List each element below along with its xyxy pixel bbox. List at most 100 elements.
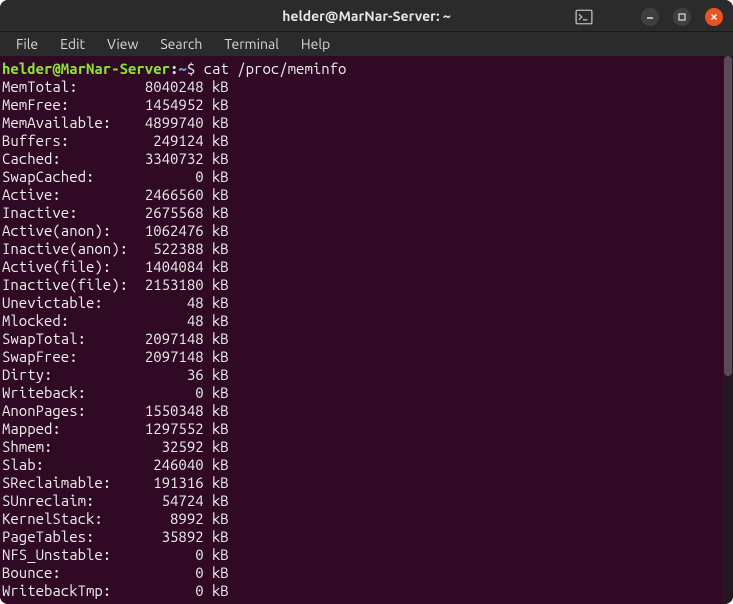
meminfo-unit: kB (212, 546, 229, 563)
meminfo-row: MemTotal: 8040248 kB (2, 78, 721, 96)
meminfo-unit: kB (212, 366, 229, 383)
meminfo-label: SwapCached: (2, 168, 128, 185)
meminfo-row: SwapFree: 2097148 kB (2, 348, 721, 366)
meminfo-unit: kB (212, 438, 229, 455)
meminfo-value: 2153180 (128, 276, 204, 293)
meminfo-label: SwapFree: (2, 348, 128, 365)
meminfo-row: MemAvailable: 4899740 kB (2, 114, 721, 132)
meminfo-value: 2097148 (128, 348, 204, 365)
meminfo-label: Active(file): (2, 258, 128, 275)
scrollbar-track[interactable] (723, 56, 733, 604)
meminfo-row: Active(file): 1404084 kB (2, 258, 721, 276)
meminfo-unit: kB (212, 474, 229, 491)
meminfo-label: NFS_Unstable: (2, 546, 128, 563)
meminfo-row: Buffers: 249124 kB (2, 132, 721, 150)
meminfo-unit: kB (212, 456, 229, 473)
window-title: helder@MarNar-Server: ~ (0, 8, 733, 24)
meminfo-row: Active(anon): 1062476 kB (2, 222, 721, 240)
meminfo-label: Active(anon): (2, 222, 128, 239)
meminfo-unit: kB (212, 348, 229, 365)
meminfo-label: Shmem: (2, 438, 128, 455)
meminfo-label: WritebackTmp: (2, 582, 128, 599)
meminfo-label: Writeback: (2, 384, 128, 401)
meminfo-unit: kB (212, 96, 229, 113)
meminfo-label: Cached: (2, 150, 128, 167)
titlebar-tray (575, 8, 593, 26)
meminfo-value: 0 (128, 384, 204, 401)
meminfo-value: 249124 (128, 132, 204, 149)
titlebar[interactable]: helder@MarNar-Server: ~ (0, 0, 733, 31)
command-text: cat /proc/meminfo (204, 60, 347, 77)
meminfo-row: KernelStack: 8992 kB (2, 510, 721, 528)
close-button[interactable] (705, 8, 723, 26)
meminfo-value: 32592 (128, 438, 204, 455)
meminfo-value: 0 (128, 546, 204, 563)
meminfo-row: Inactive: 2675568 kB (2, 204, 721, 222)
meminfo-label: Slab: (2, 456, 128, 473)
menu-edit[interactable]: Edit (50, 33, 95, 55)
meminfo-row: Active: 2466560 kB (2, 186, 721, 204)
meminfo-unit: kB (212, 168, 229, 185)
meminfo-value: 0 (128, 582, 204, 599)
meminfo-row: SReclaimable: 191316 kB (2, 474, 721, 492)
scrollbar-thumb[interactable] (724, 56, 732, 376)
meminfo-label: AnonPages: (2, 402, 128, 419)
meminfo-row: Mapped: 1297552 kB (2, 420, 721, 438)
meminfo-row: SwapCached: 0 kB (2, 168, 721, 186)
menubar: File Edit View Search Terminal Help (0, 31, 733, 56)
meminfo-value: 48 (128, 294, 204, 311)
meminfo-value: 35892 (128, 528, 204, 545)
meminfo-label: Unevictable: (2, 294, 128, 311)
menu-view[interactable]: View (97, 33, 148, 55)
meminfo-unit: kB (212, 510, 229, 527)
meminfo-label: Inactive(anon): (2, 240, 128, 257)
meminfo-label: SUnreclaim: (2, 492, 128, 509)
meminfo-unit: kB (212, 240, 229, 257)
meminfo-label: MemFree: (2, 96, 128, 113)
meminfo-label: MemAvailable: (2, 114, 128, 131)
meminfo-unit: kB (212, 528, 229, 545)
meminfo-row: SUnreclaim: 54724 kB (2, 492, 721, 510)
meminfo-label: SwapTotal: (2, 330, 128, 347)
meminfo-unit: kB (212, 78, 229, 95)
meminfo-row: Unevictable: 48 kB (2, 294, 721, 312)
meminfo-unit: kB (212, 114, 229, 131)
terminal-output[interactable]: helder@MarNar-Server:~$ cat /proc/meminf… (0, 56, 723, 604)
terminal-area: helder@MarNar-Server:~$ cat /proc/meminf… (0, 56, 733, 604)
meminfo-row: AnonPages: 1550348 kB (2, 402, 721, 420)
minimize-button[interactable] (641, 8, 659, 26)
meminfo-unit: kB (212, 492, 229, 509)
meminfo-unit: kB (212, 312, 229, 329)
meminfo-unit: kB (212, 276, 229, 293)
menu-terminal[interactable]: Terminal (214, 33, 289, 55)
meminfo-row: Shmem: 32592 kB (2, 438, 721, 456)
meminfo-unit: kB (212, 204, 229, 221)
meminfo-row: MemFree: 1454952 kB (2, 96, 721, 114)
meminfo-row: WritebackTmp: 0 kB (2, 582, 721, 600)
terminal-tray-icon (575, 8, 593, 26)
meminfo-value: 2097148 (128, 330, 204, 347)
meminfo-unit: kB (212, 132, 229, 149)
meminfo-value: 2466560 (128, 186, 204, 203)
meminfo-label: Mapped: (2, 420, 128, 437)
menu-search[interactable]: Search (150, 33, 212, 55)
menu-help[interactable]: Help (291, 33, 340, 55)
maximize-button[interactable] (673, 8, 691, 26)
meminfo-value: 2675568 (128, 204, 204, 221)
prompt-user-host: helder@MarNar-Server (2, 60, 170, 77)
meminfo-label: PageTables: (2, 528, 128, 545)
meminfo-label: Active: (2, 186, 128, 203)
meminfo-unit: kB (212, 150, 229, 167)
meminfo-row: SwapTotal: 2097148 kB (2, 330, 721, 348)
meminfo-label: SReclaimable: (2, 474, 128, 491)
meminfo-unit: kB (212, 294, 229, 311)
meminfo-value: 4899740 (128, 114, 204, 131)
menu-file[interactable]: File (6, 33, 48, 55)
meminfo-row: PageTables: 35892 kB (2, 528, 721, 546)
meminfo-label: Mlocked: (2, 312, 128, 329)
meminfo-unit: kB (212, 222, 229, 239)
terminal-window: helder@MarNar-Server: ~ File Edit View S… (0, 0, 733, 604)
meminfo-unit: kB (212, 330, 229, 347)
meminfo-row: NFS_Unstable: 0 kB (2, 546, 721, 564)
meminfo-unit: kB (212, 564, 229, 581)
